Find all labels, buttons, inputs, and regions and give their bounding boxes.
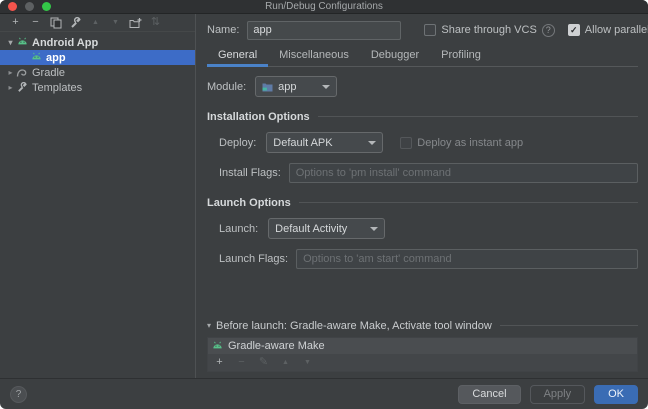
move-task-down-icon: ▼ — [301, 356, 314, 369]
checkbox-checked[interactable]: ✓ — [568, 24, 580, 36]
section-divider — [299, 202, 638, 203]
move-down-icon: ▼ — [109, 16, 122, 29]
chevron-down-icon — [322, 85, 330, 89]
title-bar: Run/Debug Configurations — [0, 0, 648, 14]
before-launch-title: Before launch: Gradle-aware Make, Activa… — [216, 320, 492, 332]
tree-item-label: Android App — [32, 37, 98, 49]
before-launch-task-gradle-aware-make[interactable]: Gradle-aware Make — [208, 338, 637, 354]
gradle-icon — [16, 67, 28, 79]
before-launch-header[interactable]: ▾ Before launch: Gradle-aware Make, Acti… — [207, 319, 638, 332]
launch-options-section: Launch Options — [207, 196, 638, 209]
expanded-arrow-icon[interactable]: ▾ — [207, 321, 211, 330]
installation-options-title: Installation Options — [207, 111, 310, 123]
module-value: app — [278, 81, 296, 93]
run-debug-configurations-dialog: Run/Debug Configurations + − ▲ ▼ — [0, 0, 648, 409]
sort-configurations-icon: ⇅ — [149, 16, 162, 29]
move-task-up-icon: ▲ — [279, 356, 292, 369]
chevron-down-icon — [368, 141, 376, 145]
tree-item-app[interactable]: app — [0, 50, 195, 65]
ok-button[interactable]: OK — [594, 385, 638, 404]
tab-general[interactable]: General — [207, 45, 268, 67]
cancel-button[interactable]: Cancel — [458, 385, 520, 404]
deploy-instant-app-checkbox[interactable]: Deploy as instant app — [400, 137, 523, 149]
collapsed-arrow-icon[interactable]: ▸ — [5, 68, 16, 77]
checkbox-unchecked-disabled — [400, 137, 412, 149]
before-launch-task-list: Gradle-aware Make + − ✎ ▲ ▼ — [207, 337, 638, 372]
new-folder-icon[interactable] — [129, 16, 142, 29]
configurations-toolbar: + − ▲ ▼ ⇅ — [0, 14, 195, 32]
wrench-icon — [16, 82, 28, 94]
android-icon — [16, 37, 28, 49]
remove-task-icon: − — [235, 356, 248, 369]
tab-miscellaneous[interactable]: Miscellaneous — [268, 45, 360, 67]
install-flags-label: Install Flags: — [219, 167, 281, 179]
module-icon — [262, 82, 273, 92]
collapsed-arrow-icon[interactable]: ▸ — [5, 83, 16, 92]
move-up-icon: ▲ — [89, 16, 102, 29]
copy-configuration-icon[interactable] — [49, 16, 62, 29]
share-through-vcs-label: Share through VCS — [441, 24, 536, 36]
launch-value: Default Activity — [275, 223, 347, 235]
dialog-footer: ? Cancel Apply OK — [0, 378, 648, 409]
tab-profiling[interactable]: Profiling — [430, 45, 492, 67]
tree-item-gradle[interactable]: ▸ Gradle — [0, 65, 195, 80]
deploy-instant-app-label: Deploy as instant app — [417, 137, 523, 149]
launch-options-title: Launch Options — [207, 197, 291, 209]
add-task-icon[interactable]: + — [213, 356, 226, 369]
checkbox-unchecked[interactable] — [424, 24, 436, 36]
settings-tabs: General Miscellaneous Debugger Profiling — [207, 45, 638, 67]
deploy-label: Deploy: — [219, 137, 256, 149]
deploy-value: Default APK — [273, 137, 332, 149]
deploy-dropdown[interactable]: Default APK — [266, 132, 383, 153]
launch-flags-input[interactable] — [296, 249, 638, 269]
configuration-tree: ▾ Android App app ▸ — [0, 32, 195, 95]
before-launch-toolbar: + − ✎ ▲ ▼ — [208, 354, 637, 371]
share-through-vcs-checkbox[interactable]: Share through VCS ? — [424, 24, 554, 37]
edit-defaults-wrench-icon[interactable] — [69, 16, 82, 29]
tab-debugger[interactable]: Debugger — [360, 45, 430, 67]
install-flags-input[interactable] — [289, 163, 638, 183]
allow-parallel-run-checkbox[interactable]: ✓ Allow parallel run — [568, 24, 648, 36]
add-configuration-icon[interactable]: + — [9, 16, 22, 29]
tree-item-label: Templates — [32, 82, 82, 94]
expanded-arrow-icon[interactable]: ▾ — [5, 38, 16, 47]
configuration-editor: Name: Share through VCS ? ✓ Allow parall… — [196, 14, 648, 378]
before-launch-section: ▾ Before launch: Gradle-aware Make, Acti… — [207, 319, 638, 372]
task-label: Gradle-aware Make — [228, 340, 325, 352]
dialog-title: Run/Debug Configurations — [0, 1, 648, 12]
module-label: Module: — [207, 81, 246, 93]
apply-button[interactable]: Apply — [530, 385, 586, 404]
android-icon — [30, 52, 42, 64]
help-icon[interactable]: ? — [542, 24, 555, 37]
name-input[interactable] — [247, 21, 401, 40]
installation-options-section: Installation Options — [207, 110, 638, 123]
launch-flags-label: Launch Flags: — [219, 253, 288, 265]
tree-item-label: Gradle — [32, 67, 65, 79]
configurations-panel: + − ▲ ▼ ⇅ ▾ — [0, 14, 196, 378]
module-dropdown[interactable]: app — [255, 76, 337, 97]
section-divider — [500, 325, 638, 326]
edit-task-icon: ✎ — [257, 356, 270, 369]
launch-label: Launch: — [219, 223, 258, 235]
section-divider — [318, 116, 638, 117]
allow-parallel-run-label: Allow parallel run — [585, 24, 648, 36]
android-icon — [212, 341, 223, 352]
help-button[interactable]: ? — [10, 386, 27, 403]
launch-dropdown[interactable]: Default Activity — [268, 218, 385, 239]
remove-configuration-icon[interactable]: − — [29, 16, 42, 29]
tree-item-android-app[interactable]: ▾ Android App — [0, 35, 195, 50]
tree-item-label: app — [46, 52, 66, 64]
tree-item-templates[interactable]: ▸ Templates — [0, 80, 195, 95]
chevron-down-icon — [370, 227, 378, 231]
name-label: Name: — [207, 24, 239, 36]
